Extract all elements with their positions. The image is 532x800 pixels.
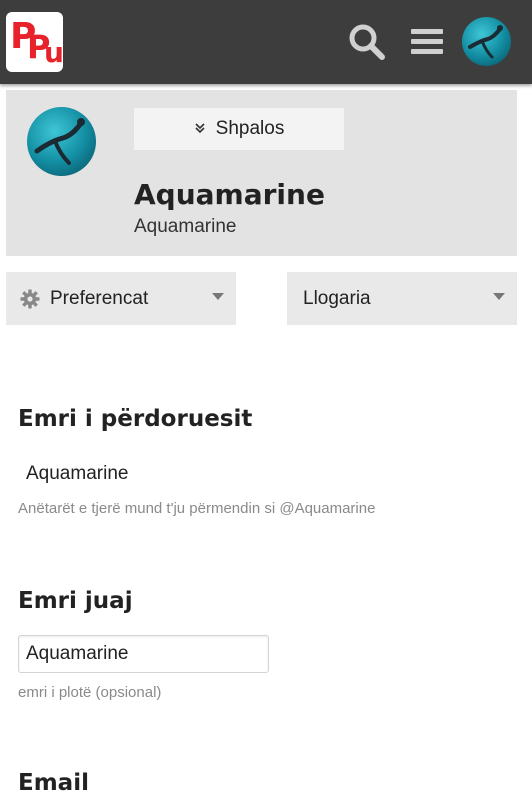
caret-down-icon [493,293,505,300]
profile-avatar[interactable] [27,107,96,176]
username-section-title: Emri i përdoruesit [18,406,253,432]
preferences-label: Preferencat [50,287,149,309]
profile-username: Aquamarine [134,216,237,237]
gear-icon [20,289,40,309]
expand-label: Shpalos [215,118,285,139]
username-help-text: Anëtarët e tjerë mund t'ju përmendin si … [18,500,376,517]
top-header: P P u [0,0,532,84]
email-section-title: Email [18,770,89,796]
profile-display-name: Aquamarine [134,178,325,211]
expand-profile-button[interactable]: Shpalos [134,108,344,150]
avatar-image [462,17,511,66]
hamburger-menu-icon[interactable] [407,22,447,62]
name-section-title: Emri juaj [18,588,133,614]
user-avatar-button[interactable] [462,17,511,66]
username-value: Aquamarine [26,463,129,484]
account-label: Llogaria [303,287,371,309]
double-chevron-down-icon [194,121,206,138]
full-name-input[interactable] [18,635,269,673]
avatar-image [27,107,96,176]
caret-down-icon [212,293,224,300]
preferences-dropdown[interactable]: Preferencat [6,272,236,325]
search-icon[interactable] [347,22,387,62]
profile-card: Shpalos Aquamarine Aquamarine [6,90,517,256]
site-logo[interactable]: P P u [6,12,63,72]
account-dropdown[interactable]: Llogaria [287,272,517,325]
logo-letter-3: u [44,36,63,69]
name-help-text: emri i plotë (opsional) [18,684,162,701]
